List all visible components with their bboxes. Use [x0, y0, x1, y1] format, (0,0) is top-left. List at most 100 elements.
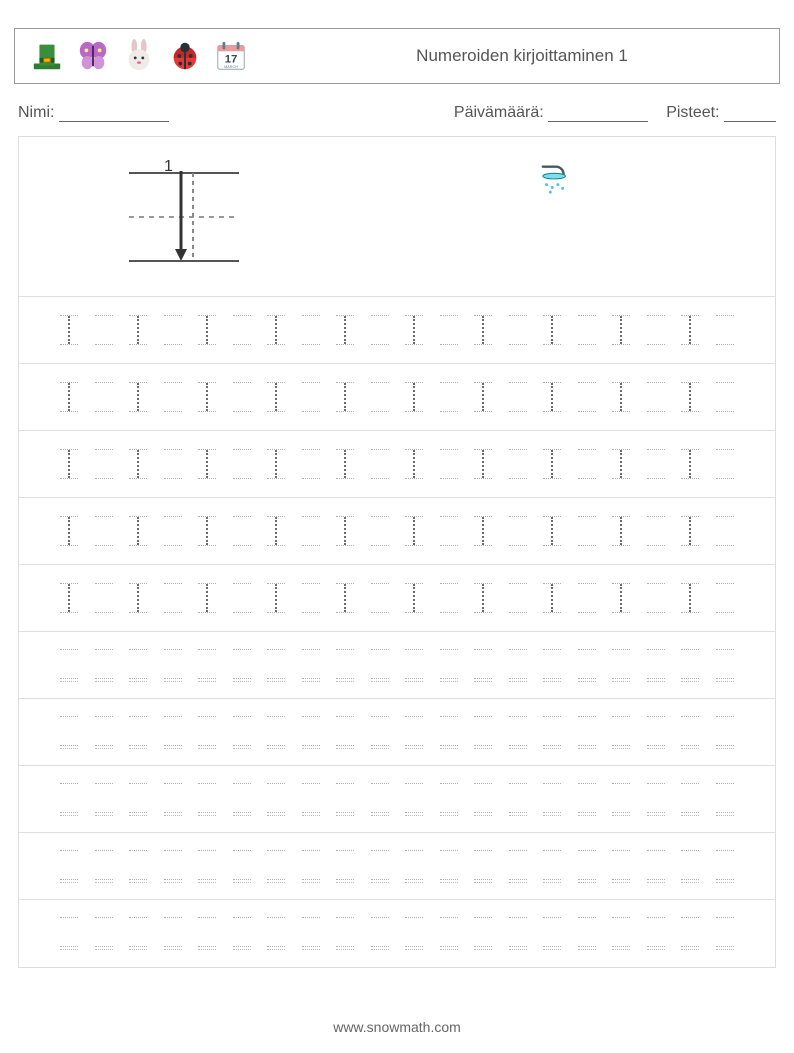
practice-cell[interactable] — [506, 309, 531, 351]
practice-cell[interactable] — [57, 845, 82, 887]
practice-cell[interactable] — [575, 644, 600, 686]
practice-cell[interactable] — [402, 913, 427, 955]
practice-cell[interactable] — [575, 443, 600, 485]
practice-cell[interactable] — [161, 913, 186, 955]
practice-cell[interactable] — [713, 845, 738, 887]
practice-cell[interactable] — [402, 778, 427, 820]
practice-cell[interactable] — [437, 644, 462, 686]
practice-cell[interactable] — [471, 376, 496, 418]
practice-cell[interactable] — [92, 711, 117, 753]
practice-cell[interactable] — [506, 577, 531, 619]
practice-cell[interactable] — [540, 376, 565, 418]
practice-cell[interactable] — [299, 644, 324, 686]
practice-cell[interactable] — [540, 510, 565, 552]
practice-cell[interactable] — [402, 309, 427, 351]
blank-row[interactable] — [19, 632, 775, 699]
practice-cell[interactable] — [126, 711, 151, 753]
practice-cell[interactable] — [402, 644, 427, 686]
practice-cell[interactable] — [540, 443, 565, 485]
practice-cell[interactable] — [471, 711, 496, 753]
practice-cell[interactable] — [437, 443, 462, 485]
practice-cell[interactable] — [230, 309, 255, 351]
practice-cell[interactable] — [644, 309, 669, 351]
practice-cell[interactable] — [92, 644, 117, 686]
practice-cell[interactable] — [161, 376, 186, 418]
practice-cell[interactable] — [506, 711, 531, 753]
practice-cell[interactable] — [333, 577, 358, 619]
practice-cell[interactable] — [126, 778, 151, 820]
practice-cell[interactable] — [678, 510, 703, 552]
practice-cell[interactable] — [575, 510, 600, 552]
practice-cell[interactable] — [92, 376, 117, 418]
practice-cell[interactable] — [402, 510, 427, 552]
practice-cell[interactable] — [333, 778, 358, 820]
practice-cell[interactable] — [437, 711, 462, 753]
practice-cell[interactable] — [368, 913, 393, 955]
practice-cell[interactable] — [644, 778, 669, 820]
practice-cell[interactable] — [368, 644, 393, 686]
practice-cell[interactable] — [126, 845, 151, 887]
practice-cell[interactable] — [644, 845, 669, 887]
practice-cell[interactable] — [230, 644, 255, 686]
practice-cell[interactable] — [713, 443, 738, 485]
practice-cell[interactable] — [57, 577, 82, 619]
practice-cell[interactable] — [644, 510, 669, 552]
practice-cell[interactable] — [126, 913, 151, 955]
practice-cell[interactable] — [195, 644, 220, 686]
practice-cell[interactable] — [230, 510, 255, 552]
practice-cell[interactable] — [540, 644, 565, 686]
practice-cell[interactable] — [195, 778, 220, 820]
practice-cell[interactable] — [333, 309, 358, 351]
practice-cell[interactable] — [506, 376, 531, 418]
practice-cell[interactable] — [195, 443, 220, 485]
practice-cell[interactable] — [471, 510, 496, 552]
practice-cell[interactable] — [713, 644, 738, 686]
practice-cell[interactable] — [575, 711, 600, 753]
practice-cell[interactable] — [609, 711, 634, 753]
trace-row[interactable] — [19, 565, 775, 632]
trace-row[interactable] — [19, 297, 775, 364]
practice-cell[interactable] — [195, 711, 220, 753]
practice-cell[interactable] — [575, 845, 600, 887]
practice-cell[interactable] — [678, 376, 703, 418]
practice-cell[interactable] — [264, 644, 289, 686]
practice-cell[interactable] — [92, 913, 117, 955]
practice-cell[interactable] — [402, 376, 427, 418]
practice-cell[interactable] — [678, 778, 703, 820]
practice-cell[interactable] — [644, 913, 669, 955]
practice-cell[interactable] — [92, 577, 117, 619]
practice-cell[interactable] — [437, 913, 462, 955]
practice-cell[interactable] — [678, 711, 703, 753]
practice-cell[interactable] — [230, 913, 255, 955]
practice-cell[interactable] — [264, 376, 289, 418]
practice-cell[interactable] — [57, 443, 82, 485]
practice-cell[interactable] — [368, 376, 393, 418]
practice-cell[interactable] — [57, 309, 82, 351]
practice-cell[interactable] — [195, 376, 220, 418]
practice-cell[interactable] — [264, 510, 289, 552]
practice-cell[interactable] — [678, 309, 703, 351]
practice-cell[interactable] — [161, 778, 186, 820]
practice-cell[interactable] — [264, 577, 289, 619]
practice-cell[interactable] — [195, 510, 220, 552]
practice-cell[interactable] — [713, 309, 738, 351]
practice-cell[interactable] — [161, 845, 186, 887]
practice-cell[interactable] — [678, 577, 703, 619]
practice-cell[interactable] — [264, 845, 289, 887]
practice-cell[interactable] — [333, 845, 358, 887]
practice-cell[interactable] — [402, 443, 427, 485]
practice-cell[interactable] — [333, 913, 358, 955]
practice-cell[interactable] — [57, 510, 82, 552]
practice-cell[interactable] — [437, 577, 462, 619]
practice-cell[interactable] — [609, 845, 634, 887]
practice-cell[interactable] — [437, 376, 462, 418]
practice-cell[interactable] — [264, 913, 289, 955]
practice-cell[interactable] — [161, 711, 186, 753]
practice-cell[interactable] — [506, 644, 531, 686]
practice-cell[interactable] — [540, 913, 565, 955]
practice-cell[interactable] — [609, 309, 634, 351]
practice-cell[interactable] — [437, 309, 462, 351]
practice-cell[interactable] — [471, 443, 496, 485]
practice-cell[interactable] — [161, 443, 186, 485]
practice-cell[interactable] — [195, 577, 220, 619]
